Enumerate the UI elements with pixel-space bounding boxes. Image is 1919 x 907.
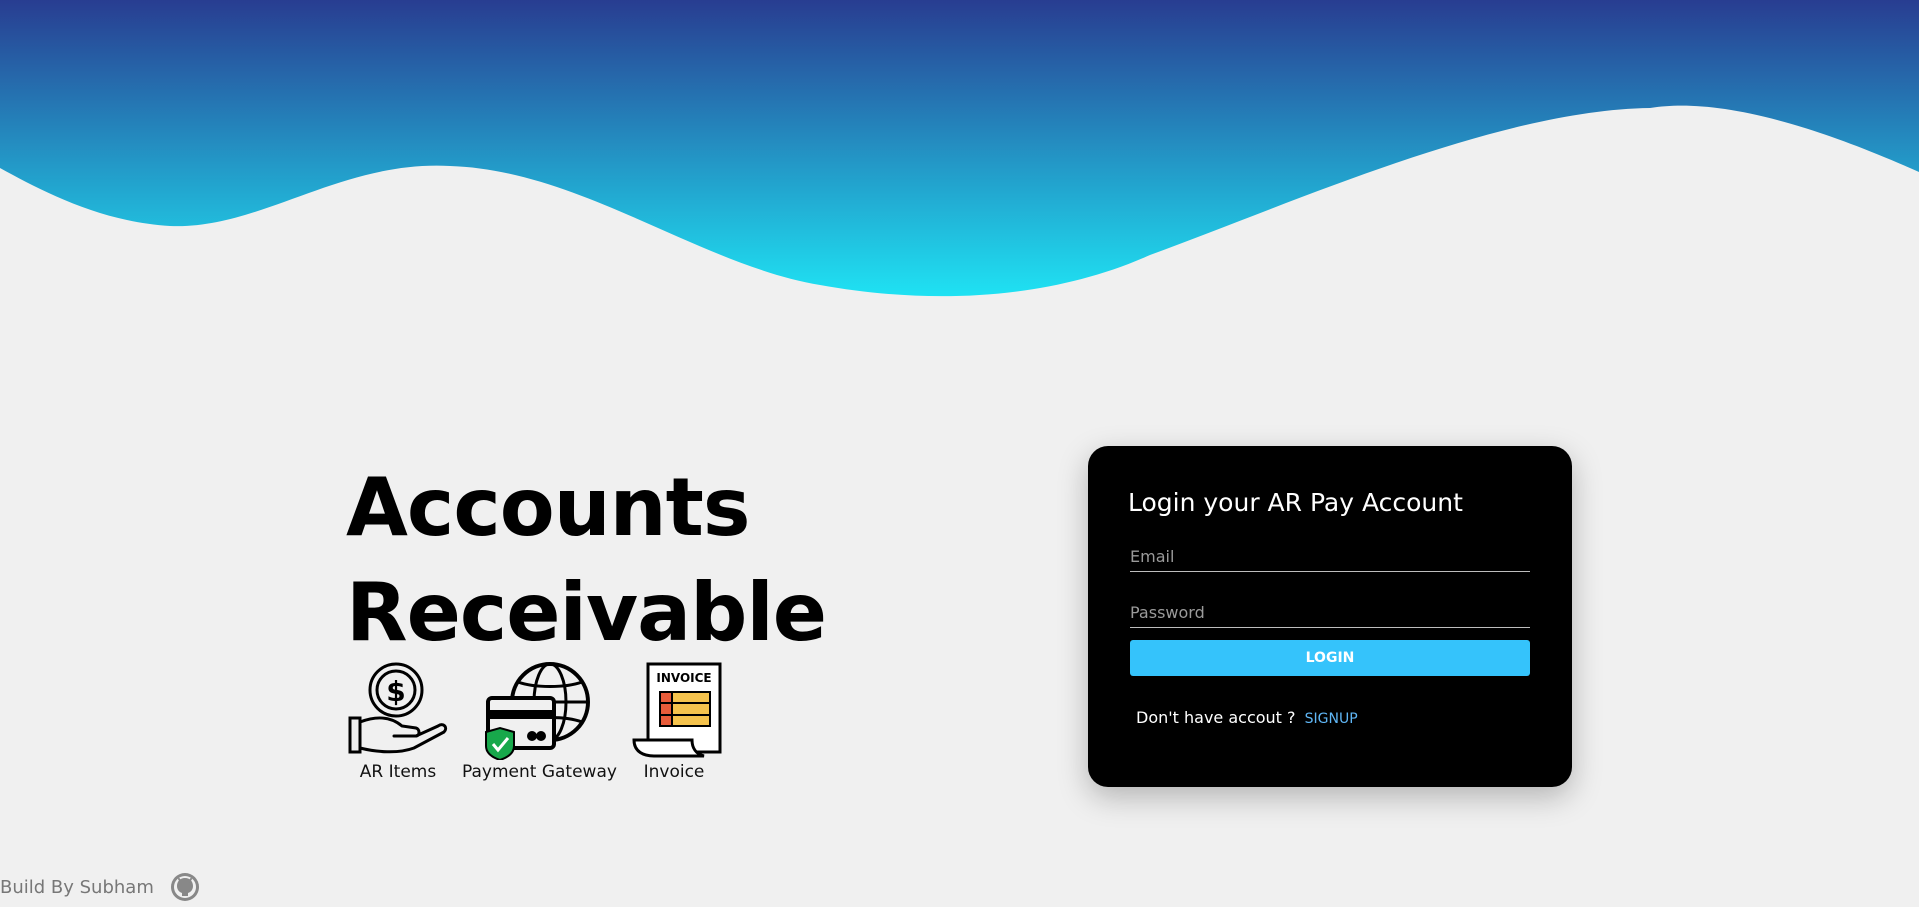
hand-coin-icon: $: [348, 662, 448, 754]
password-field[interactable]: [1130, 597, 1530, 627]
feature-label-ar-items: AR Items: [359, 762, 437, 782]
hero-title: Accounts Receivable: [346, 455, 827, 665]
login-card: Login your AR Pay Account LOGIN Don't ha…: [1088, 446, 1572, 787]
feature-label-payment-gateway: Payment Gateway: [462, 762, 617, 782]
hero-title-line1: Accounts: [346, 461, 750, 554]
payment-gateway-icon: [485, 662, 590, 760]
email-field-wrapper: [1130, 541, 1530, 572]
footer: Build By Subham: [0, 872, 200, 902]
signup-link[interactable]: SIGNUP: [1305, 711, 1358, 727]
login-button[interactable]: LOGIN: [1130, 640, 1530, 676]
signup-prompt: Don't have accout ?: [1136, 708, 1296, 727]
feature-list: $ AR Items Payment Gateway INVOICE Invoi…: [346, 660, 726, 785]
invoice-icon-text: INVOICE: [656, 671, 711, 685]
invoice-icon: INVOICE: [632, 662, 722, 758]
password-field-wrapper: [1130, 597, 1530, 628]
feature-invoice: INVOICE Invoice: [624, 660, 724, 782]
footer-credit: Build By Subham: [0, 876, 154, 898]
signup-row: Don't have accout ? SIGNUP: [1136, 708, 1358, 727]
feature-label-invoice: Invoice: [643, 762, 705, 782]
header-wave: [0, 0, 1919, 297]
hero-title-line2: Receivable: [346, 566, 827, 659]
email-field[interactable]: [1130, 541, 1530, 571]
login-card-title: Login your AR Pay Account: [1128, 488, 1463, 517]
feature-ar-items: $ AR Items: [346, 660, 450, 782]
svg-text:$: $: [386, 675, 405, 708]
feature-payment-gateway: Payment Gateway: [462, 660, 617, 782]
github-icon[interactable]: [170, 872, 200, 902]
